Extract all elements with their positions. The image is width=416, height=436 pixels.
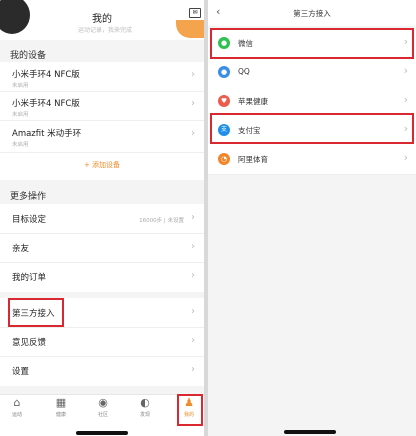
chevron-right-icon: › <box>403 64 408 77</box>
chevron-right-icon: › <box>403 151 408 164</box>
more-card: 目标设定 16000步 | 未设置 › 亲友 › 我的订单 › <box>0 204 204 292</box>
chevron-right-icon: › <box>191 128 195 139</box>
tab-community[interactable]: ◉ 社区 <box>88 396 118 419</box>
my-orders-item[interactable]: 我的订单 › <box>0 262 204 292</box>
add-device-button[interactable]: + 添加设备 <box>0 160 204 170</box>
apple-health-icon: ♥ <box>218 95 230 107</box>
item-label: 设置 <box>12 367 30 377</box>
device-item[interactable]: 小米手环4 NFC版 未启用 › <box>0 91 204 121</box>
home-indicator <box>76 431 128 435</box>
third-party-header: ‹ 第三方接入 <box>208 0 416 26</box>
service-name: QQ <box>238 67 250 76</box>
qq-item[interactable]: ● QQ › <box>208 58 416 88</box>
service-name: 阿里体育 <box>238 155 268 164</box>
page-title: 我的 <box>92 14 112 25</box>
friends-item[interactable]: 亲友 › <box>0 233 204 263</box>
item-label: 我的订单 <box>12 273 47 283</box>
item-label: 亲友 <box>12 244 30 254</box>
chevron-right-icon: › <box>191 98 195 109</box>
chevron-right-icon: › <box>403 93 408 106</box>
item-label: 意见反馈 <box>12 338 47 348</box>
alipay-highlight-box <box>210 113 414 144</box>
service-name: 苹果健康 <box>238 97 268 106</box>
discover-icon: ◐ <box>140 396 150 409</box>
me-tab-highlight-box <box>177 394 203 426</box>
devices-section-title: 我的设备 <box>10 51 47 61</box>
settings-item[interactable]: 设置 › <box>0 356 204 386</box>
home-indicator <box>284 430 336 434</box>
more-section-title: 更多操作 <box>10 192 47 202</box>
device-status: 未启用 <box>12 112 29 118</box>
chevron-right-icon: › <box>191 241 195 252</box>
compass-icon: ◉ <box>98 396 108 409</box>
tab-label: 运动 <box>11 412 22 418</box>
chevron-right-icon: › <box>191 364 195 375</box>
chevron-right-icon: › <box>191 69 195 80</box>
banner-text: 运动记录，我来完成 <box>78 27 133 34</box>
my-page-panel: 我的 运动记录，我来完成 ✉ 我的设备 小米手环4 NFC版 未启用 › 小米手… <box>0 0 204 436</box>
goal-note: 16000步 | 未设置 <box>139 218 184 224</box>
chevron-right-icon: › <box>191 212 195 223</box>
device-status: 未启用 <box>12 142 29 148</box>
chevron-right-icon: › <box>191 270 195 281</box>
devices-card: 小米手环4 NFC版 未启用 › 小米手环4 NFC版 未启用 › Amazfi… <box>0 62 204 180</box>
device-name: 小米手环4 NFC版 <box>12 70 80 80</box>
tab-label: 健康 <box>55 412 66 418</box>
tab-discover[interactable]: ◐ 发现 <box>130 396 160 419</box>
tab-sport[interactable]: ⌂ 运动 <box>2 396 32 419</box>
device-name: 小米手环4 NFC版 <box>12 99 80 109</box>
my-page-header: 我的 运动记录，我来完成 ✉ <box>0 0 204 40</box>
mail-icon[interactable]: ✉ <box>189 8 201 18</box>
ali-sports-icon: ◔ <box>218 153 230 165</box>
calendar-icon: ▦ <box>55 396 67 409</box>
tab-health[interactable]: ▦ 健康 <box>46 396 76 419</box>
bottom-tab-bar: ⌂ 运动 ▦ 健康 ◉ 社区 ◐ 发现 ♟ 我的 <box>0 394 204 436</box>
device-item[interactable]: 小米手环4 NFC版 未启用 › <box>0 62 204 92</box>
device-item[interactable]: Amazfit 米动手环 未启用 › <box>0 120 204 153</box>
third-party-highlight-box <box>8 298 64 327</box>
banner-decoration <box>176 20 204 38</box>
goal-setting-item[interactable]: 目标设定 16000步 | 未设置 › <box>0 204 204 234</box>
qq-icon: ● <box>218 66 230 78</box>
chevron-right-icon: › <box>191 335 195 346</box>
chevron-right-icon: › <box>191 306 195 317</box>
tab-label: 发现 <box>139 412 150 418</box>
feedback-item[interactable]: 意见反馈 › <box>0 327 204 357</box>
tab-label: 社区 <box>97 412 108 418</box>
device-name: Amazfit 米动手环 <box>12 129 82 139</box>
item-label: 目标设定 <box>12 215 47 225</box>
third-party-panel: ‹ 第三方接入 ● 微信 › ● QQ › ♥ 苹果健康 › 支 支付宝 › ◔… <box>208 0 416 436</box>
home-icon: ⌂ <box>13 396 21 409</box>
wechat-highlight-box <box>210 28 414 59</box>
device-status: 未启用 <box>12 83 29 89</box>
page-title: 第三方接入 <box>293 9 331 18</box>
ali-sports-item[interactable]: ◔ 阿里体育 › <box>208 145 416 175</box>
